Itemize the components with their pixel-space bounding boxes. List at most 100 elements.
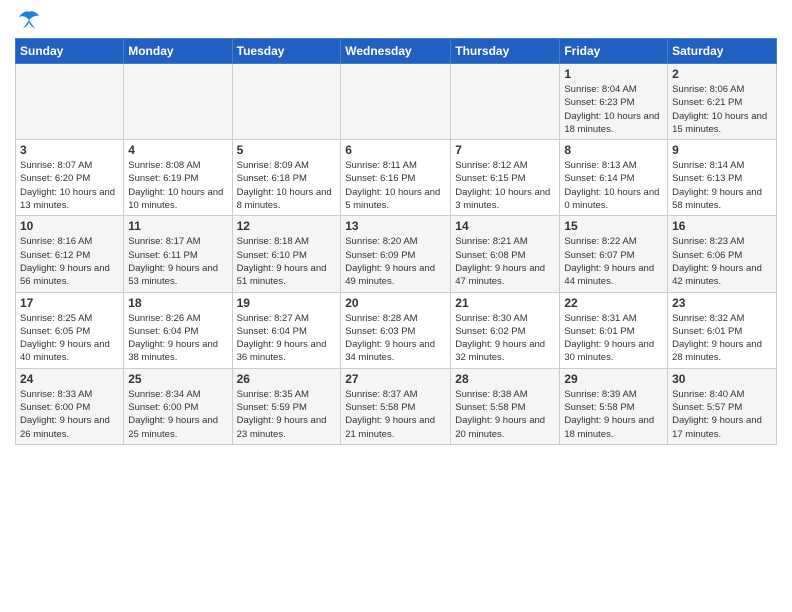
calendar-cell: 6Sunrise: 8:11 AMSunset: 6:16 PMDaylight… xyxy=(341,140,451,216)
day-number: 23 xyxy=(672,296,772,310)
calendar-cell: 5 Sunrise: 8:09 AMSunset: 6:18 PMDaylight… xyxy=(232,140,341,216)
calendar: SundayMondayTuesdayWednesdayThursdayFrid… xyxy=(15,38,777,445)
day-info: Sunrise: 8:40 AMSunset: 5:57 PMDaylight:… xyxy=(672,388,772,441)
weekday-header-thursday: Thursday xyxy=(451,39,560,64)
day-info: Sunrise: 8:33 AMSunset: 6:00 PMDaylight:… xyxy=(20,388,119,441)
week-row-5: 24 Sunrise: 8:33 AMSunset: 6:00 PMDayligh… xyxy=(16,368,777,444)
calendar-cell: 4 Sunrise: 8:08 AMSunset: 6:19 PMDaylight… xyxy=(124,140,232,216)
day-number: 12 xyxy=(237,219,337,233)
weekday-header-wednesday: Wednesday xyxy=(341,39,451,64)
calendar-cell: 11Sunrise: 8:17 AMSunset: 6:11 PMDayligh… xyxy=(124,216,232,292)
day-number: 11 xyxy=(128,219,227,233)
calendar-cell: 2 Sunrise: 8:06 AMSunset: 6:21 PMDaylight… xyxy=(668,64,777,140)
calendar-cell: 3 Sunrise: 8:07 AMSunset: 6:20 PMDaylight… xyxy=(16,140,124,216)
calendar-cell: 18 Sunrise: 8:26 AMSunset: 6:04 PMDayligh… xyxy=(124,292,232,368)
calendar-cell xyxy=(124,64,232,140)
calendar-cell: 15Sunrise: 8:22 AMSunset: 6:07 PMDayligh… xyxy=(560,216,668,292)
calendar-cell: 10Sunrise: 8:16 AMSunset: 6:12 PMDayligh… xyxy=(16,216,124,292)
calendar-cell: 30 Sunrise: 8:40 AMSunset: 5:57 PMDayligh… xyxy=(668,368,777,444)
day-number: 16 xyxy=(672,219,772,233)
day-info: Sunrise: 8:27 AMSunset: 6:04 PMDaylight:… xyxy=(237,312,337,365)
day-info: Sunrise: 8:04 AMSunset: 6:23 PMDaylight:… xyxy=(564,83,663,136)
day-number: 17 xyxy=(20,296,119,310)
calendar-cell: 27 Sunrise: 8:37 AMSunset: 5:58 PMDayligh… xyxy=(341,368,451,444)
day-info: Sunrise: 8:20 AMSunset: 6:09 PMDaylight:… xyxy=(345,235,446,288)
day-number: 21 xyxy=(455,296,555,310)
calendar-cell: 8 Sunrise: 8:13 AMSunset: 6:14 PMDaylight… xyxy=(560,140,668,216)
calendar-cell: 12Sunrise: 8:18 AMSunset: 6:10 PMDayligh… xyxy=(232,216,341,292)
day-number: 3 xyxy=(20,143,119,157)
calendar-cell xyxy=(341,64,451,140)
day-number: 8 xyxy=(564,143,663,157)
day-info: Sunrise: 8:06 AMSunset: 6:21 PMDaylight:… xyxy=(672,83,772,136)
day-number: 15 xyxy=(564,219,663,233)
page: SundayMondayTuesdayWednesdayThursdayFrid… xyxy=(0,0,792,612)
day-number: 6 xyxy=(345,143,446,157)
calendar-cell: 22 Sunrise: 8:31 AMSunset: 6:01 PMDayligh… xyxy=(560,292,668,368)
calendar-cell: 29 Sunrise: 8:39 AMSunset: 5:58 PMDayligh… xyxy=(560,368,668,444)
day-number: 20 xyxy=(345,296,446,310)
calendar-cell: 17 Sunrise: 8:25 AMSunset: 6:05 PMDayligh… xyxy=(16,292,124,368)
calendar-cell: 24 Sunrise: 8:33 AMSunset: 6:00 PMDayligh… xyxy=(16,368,124,444)
week-row-1: 1 Sunrise: 8:04 AMSunset: 6:23 PMDaylight… xyxy=(16,64,777,140)
calendar-cell xyxy=(232,64,341,140)
day-info: Sunrise: 8:26 AMSunset: 6:04 PMDaylight:… xyxy=(128,312,227,365)
day-info: Sunrise: 8:31 AMSunset: 6:01 PMDaylight:… xyxy=(564,312,663,365)
day-number: 27 xyxy=(345,372,446,386)
day-number: 28 xyxy=(455,372,555,386)
day-info: Sunrise: 8:30 AMSunset: 6:02 PMDaylight:… xyxy=(455,312,555,365)
day-number: 4 xyxy=(128,143,227,157)
calendar-cell: 21 Sunrise: 8:30 AMSunset: 6:02 PMDayligh… xyxy=(451,292,560,368)
day-info: Sunrise: 8:35 AMSunset: 5:59 PMDaylight:… xyxy=(237,388,337,441)
weekday-header-saturday: Saturday xyxy=(668,39,777,64)
day-info: Sunrise: 8:21 AMSunset: 6:08 PMDaylight:… xyxy=(455,235,555,288)
day-number: 26 xyxy=(237,372,337,386)
day-number: 25 xyxy=(128,372,227,386)
day-number: 22 xyxy=(564,296,663,310)
calendar-cell: 25 Sunrise: 8:34 AMSunset: 6:00 PMDayligh… xyxy=(124,368,232,444)
day-info: Sunrise: 8:13 AMSunset: 6:14 PMDaylight:… xyxy=(564,159,663,212)
weekday-header-sunday: Sunday xyxy=(16,39,124,64)
day-info: Sunrise: 8:12 AMSunset: 6:15 PMDaylight:… xyxy=(455,159,555,212)
logo xyxy=(15,10,41,30)
day-number: 9 xyxy=(672,143,772,157)
logo-bird-icon xyxy=(17,10,41,30)
calendar-cell: 20 Sunrise: 8:28 AMSunset: 6:03 PMDayligh… xyxy=(341,292,451,368)
weekday-header-tuesday: Tuesday xyxy=(232,39,341,64)
day-number: 30 xyxy=(672,372,772,386)
day-number: 7 xyxy=(455,143,555,157)
weekday-header-row: SundayMondayTuesdayWednesdayThursdayFrid… xyxy=(16,39,777,64)
calendar-cell: 19 Sunrise: 8:27 AMSunset: 6:04 PMDayligh… xyxy=(232,292,341,368)
calendar-cell: 13 Sunrise: 8:20 AMSunset: 6:09 PMDayligh… xyxy=(341,216,451,292)
calendar-cell: 9Sunrise: 8:14 AMSunset: 6:13 PMDaylight… xyxy=(668,140,777,216)
day-number: 29 xyxy=(564,372,663,386)
day-info: Sunrise: 8:28 AMSunset: 6:03 PMDaylight:… xyxy=(345,312,446,365)
day-number: 19 xyxy=(237,296,337,310)
day-info: Sunrise: 8:07 AMSunset: 6:20 PMDaylight:… xyxy=(20,159,119,212)
calendar-cell: 1 Sunrise: 8:04 AMSunset: 6:23 PMDaylight… xyxy=(560,64,668,140)
calendar-cell: 7 Sunrise: 8:12 AMSunset: 6:15 PMDaylight… xyxy=(451,140,560,216)
calendar-cell: 26 Sunrise: 8:35 AMSunset: 5:59 PMDayligh… xyxy=(232,368,341,444)
day-info: Sunrise: 8:25 AMSunset: 6:05 PMDaylight:… xyxy=(20,312,119,365)
day-info: Sunrise: 8:32 AMSunset: 6:01 PMDaylight:… xyxy=(672,312,772,365)
weekday-header-friday: Friday xyxy=(560,39,668,64)
day-info: Sunrise: 8:39 AMSunset: 5:58 PMDaylight:… xyxy=(564,388,663,441)
day-number: 13 xyxy=(345,219,446,233)
header xyxy=(15,10,777,30)
week-row-4: 17 Sunrise: 8:25 AMSunset: 6:05 PMDayligh… xyxy=(16,292,777,368)
day-info: Sunrise: 8:08 AMSunset: 6:19 PMDaylight:… xyxy=(128,159,227,212)
day-info: Sunrise: 8:09 AMSunset: 6:18 PMDaylight:… xyxy=(237,159,337,212)
day-number: 14 xyxy=(455,219,555,233)
day-info: Sunrise: 8:38 AMSunset: 5:58 PMDaylight:… xyxy=(455,388,555,441)
day-number: 2 xyxy=(672,67,772,81)
day-info: Sunrise: 8:37 AMSunset: 5:58 PMDaylight:… xyxy=(345,388,446,441)
day-number: 5 xyxy=(237,143,337,157)
calendar-cell xyxy=(451,64,560,140)
calendar-cell: 14 Sunrise: 8:21 AMSunset: 6:08 PMDayligh… xyxy=(451,216,560,292)
weekday-header-monday: Monday xyxy=(124,39,232,64)
calendar-cell xyxy=(16,64,124,140)
day-number: 1 xyxy=(564,67,663,81)
day-number: 24 xyxy=(20,372,119,386)
day-number: 18 xyxy=(128,296,227,310)
day-info: Sunrise: 8:34 AMSunset: 6:00 PMDaylight:… xyxy=(128,388,227,441)
